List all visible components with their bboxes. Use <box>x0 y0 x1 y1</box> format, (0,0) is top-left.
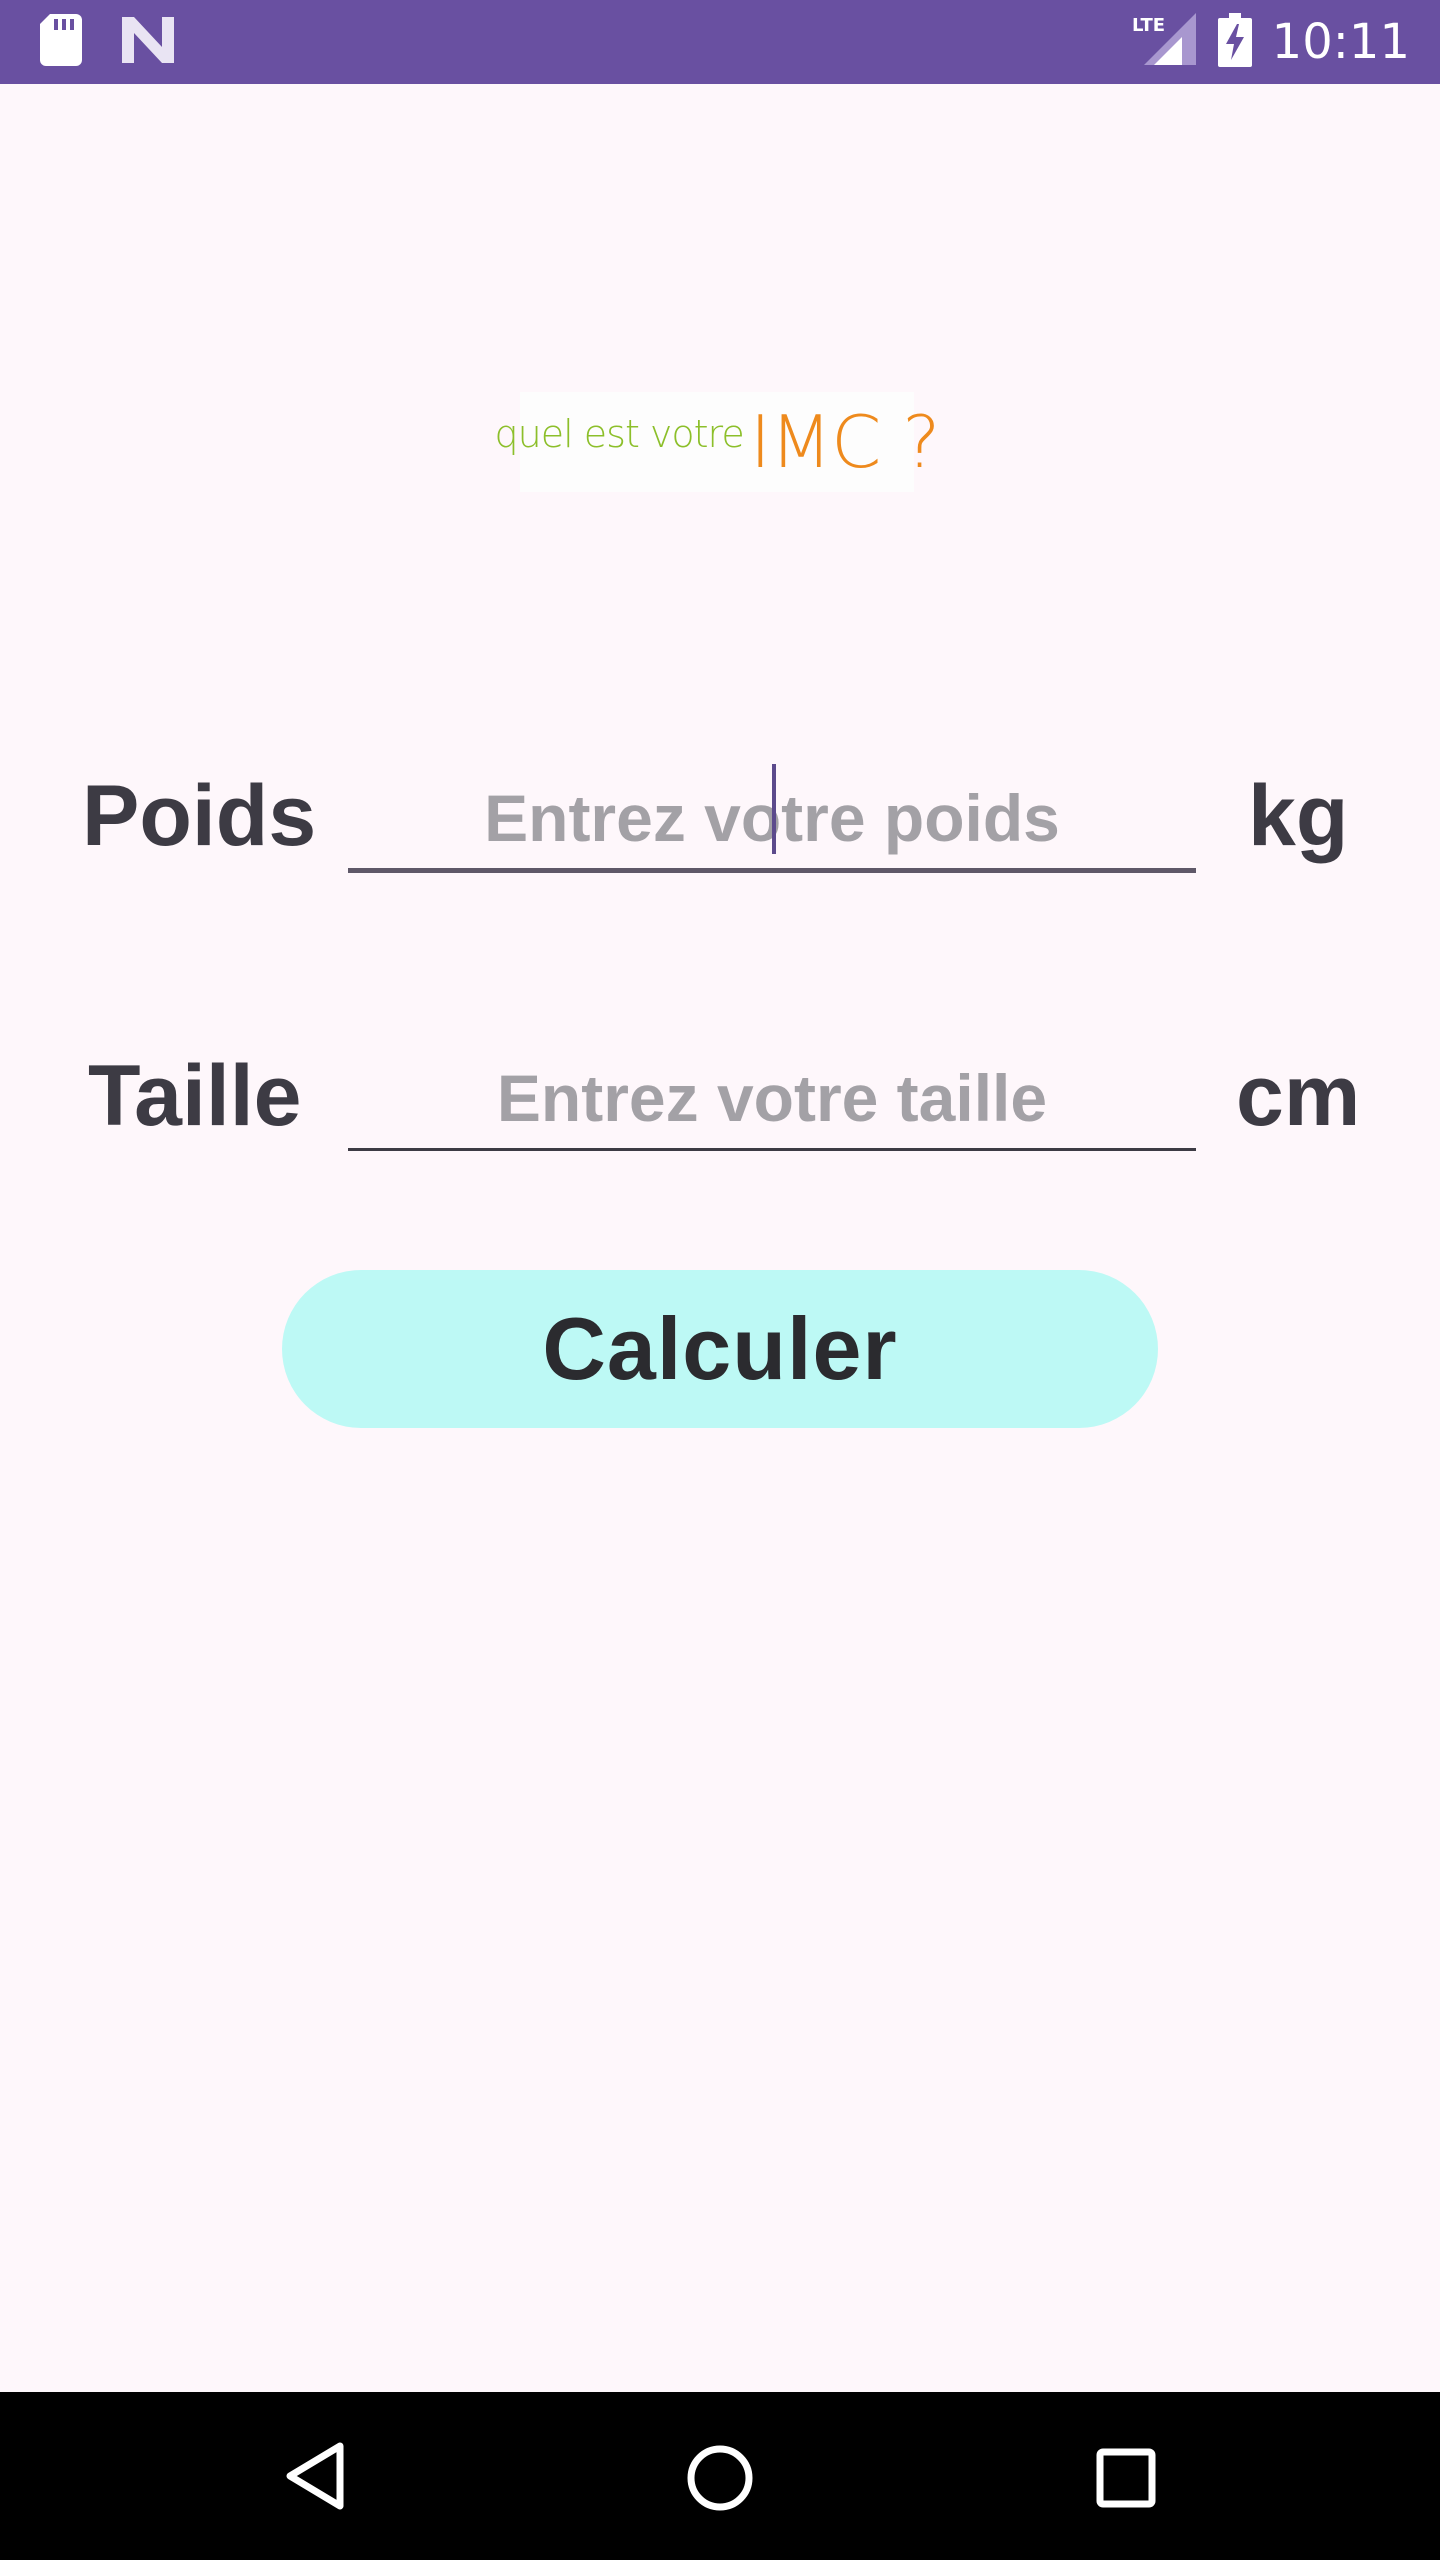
status-right-icons: LTE 10:11 <box>1132 0 1410 84</box>
calculate-button[interactable]: Calculer <box>282 1270 1158 1428</box>
navigation-bar <box>0 2392 1440 2560</box>
height-label: Taille <box>88 1048 302 1144</box>
recents-icon[interactable] <box>1096 2448 1156 2513</box>
status-clock: 10:11 <box>1271 14 1410 70</box>
weight-label: Poids <box>82 768 317 864</box>
weight-unit: kg <box>1248 768 1349 864</box>
battery-charging-icon <box>1217 12 1252 72</box>
lte-signal-icon: LTE <box>1132 12 1198 72</box>
sd-card-icon <box>40 14 82 71</box>
imc-logo: quel est votre IMC ? <box>495 392 940 492</box>
n-logo-icon <box>122 17 174 68</box>
svg-text:LTE: LTE <box>1132 15 1165 36</box>
status-left-icons <box>40 14 174 71</box>
height-unit: cm <box>1236 1048 1361 1144</box>
back-icon[interactable] <box>284 2440 346 2517</box>
logo-small-text: quel est votre <box>494 412 745 456</box>
home-icon[interactable] <box>686 2444 754 2517</box>
logo-big-text: IMC ? <box>749 400 941 484</box>
height-input[interactable] <box>348 1048 1196 1151</box>
text-cursor <box>772 764 776 854</box>
status-bar: LTE 10:11 <box>0 0 1440 84</box>
